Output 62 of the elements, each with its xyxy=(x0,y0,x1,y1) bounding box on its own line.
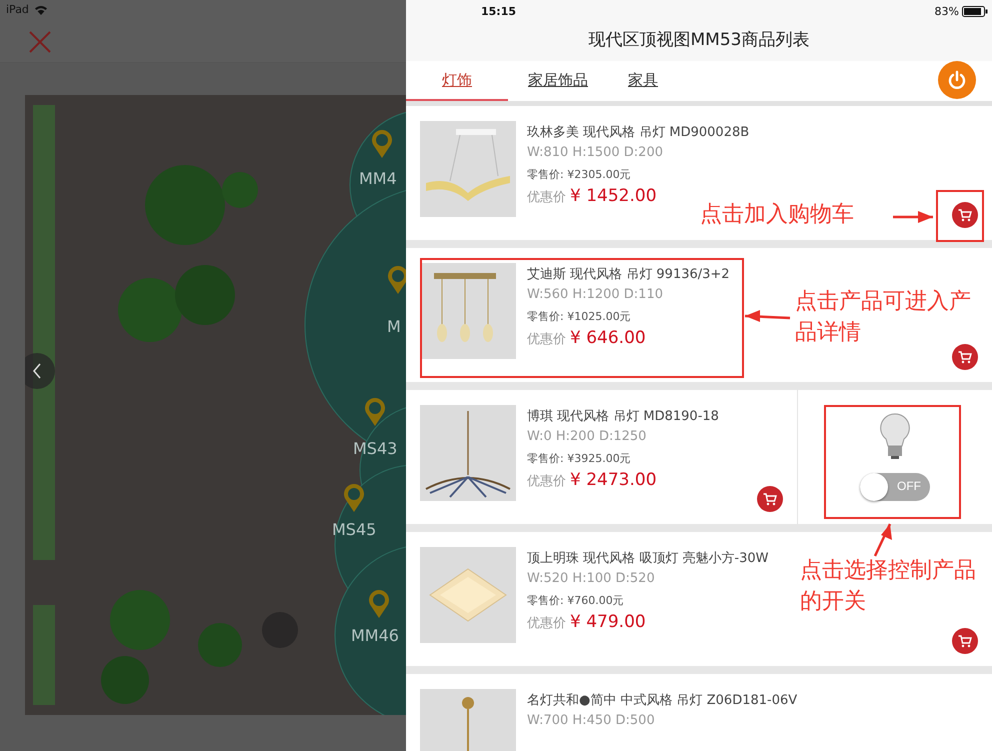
cart-icon xyxy=(958,350,972,364)
annotation-arrow xyxy=(893,211,933,223)
map-pin-icon[interactable] xyxy=(364,397,386,427)
highlight-frame xyxy=(936,190,984,242)
map-label: MS43 xyxy=(353,439,398,458)
device-name: iPad xyxy=(6,3,29,16)
product-name: 名灯共和●简中 中式风格 吊灯 Z06D181-06V xyxy=(527,692,798,709)
add-to-cart-button[interactable] xyxy=(952,202,978,228)
add-to-cart-button[interactable] xyxy=(757,486,783,512)
sale-price-label: 优惠价 xyxy=(527,615,566,632)
product-name: 顶上明珠 现代风格 吸顶灯 亮魅小方-30W xyxy=(527,550,768,567)
map-pin-icon[interactable] xyxy=(368,589,390,619)
product-card[interactable]: 博琪 现代风格 吊灯 MD8190-18 W:0 H:200 D:1250 零售价: ¥3925.00元 优惠价 ¥ 2473.00 OFF xyxy=(406,390,992,524)
product-dimensions: W:520 H:100 D:520 xyxy=(527,571,656,586)
battery-level: 83% xyxy=(934,4,959,18)
close-button[interactable] xyxy=(28,30,52,54)
sale-price-label: 优惠价 xyxy=(527,331,566,348)
annotation-arrow xyxy=(744,310,790,322)
product-name: 玖林多美 现代风格 吊灯 MD900028B xyxy=(527,124,750,141)
sale-price: ¥ 2473.00 xyxy=(570,470,657,490)
retail-price: 零售价: ¥760.00元 xyxy=(527,593,625,608)
category-tab[interactable]: 家具 xyxy=(608,61,678,101)
map-label: MM4 xyxy=(359,169,397,188)
product-dimensions: W:700 H:450 D:500 xyxy=(527,713,656,728)
cart-icon xyxy=(763,492,777,506)
product-card[interactable]: 名灯共和●简中 中式风格 吊灯 Z06D181-06V W:700 H:450 D:500 xyxy=(406,674,992,751)
annotation-text: 点击产品可进入产品详情 xyxy=(795,288,972,347)
product-dimensions: W:0 H:200 D:1250 xyxy=(527,429,648,444)
cart-icon xyxy=(958,208,972,222)
product-name: 博琪 现代风格 吊灯 MD8190-18 xyxy=(527,408,719,425)
category-tab[interactable]: 家居饰品 xyxy=(508,61,608,101)
annotation-arrow xyxy=(874,523,892,557)
add-to-cart-button[interactable] xyxy=(952,344,978,370)
page-title: 现代区顶视图MM53商品列表 xyxy=(588,29,810,52)
sale-price: ¥ 479.00 xyxy=(570,612,646,632)
map-pin-icon[interactable] xyxy=(343,483,365,513)
add-to-cart-button[interactable] xyxy=(952,628,978,654)
category-tab[interactable]: 灯饰 xyxy=(406,61,508,101)
status-time: 15:15 xyxy=(481,4,516,18)
product-dimensions: W:810 H:1500 D:200 xyxy=(527,145,664,160)
chevron-left-icon xyxy=(32,363,42,379)
sale-price: ¥ 646.00 xyxy=(570,328,646,348)
power-button[interactable] xyxy=(938,61,976,99)
retail-price: 零售价: ¥2305.00元 xyxy=(527,167,632,182)
sale-price: ¥ 1452.00 xyxy=(570,186,657,206)
map-label: M xyxy=(387,317,401,336)
light-bulb-icon xyxy=(880,413,910,459)
map-label: MM46 xyxy=(351,626,399,645)
map-label: MS45 xyxy=(332,520,376,539)
product-dimensions: W:560 H:1200 D:110 xyxy=(527,287,664,302)
retail-price: 零售价: ¥1025.00元 xyxy=(527,309,632,324)
annotation-text: 点击加入购物车 xyxy=(700,201,855,229)
wifi-icon xyxy=(34,4,48,14)
power-icon xyxy=(947,70,967,90)
product-name: 艾迪斯 现代风格 吊灯 99136/3+2 xyxy=(527,266,730,283)
sale-price-label: 优惠价 xyxy=(527,189,566,206)
annotation-text: 点击选择控制产品的开关 xyxy=(800,557,977,616)
sale-price-label: 优惠价 xyxy=(527,473,566,490)
map-pin-icon[interactable] xyxy=(371,129,393,159)
cart-icon xyxy=(958,634,972,648)
retail-price: 零售价: ¥3925.00元 xyxy=(527,451,632,466)
battery-icon xyxy=(962,6,988,16)
